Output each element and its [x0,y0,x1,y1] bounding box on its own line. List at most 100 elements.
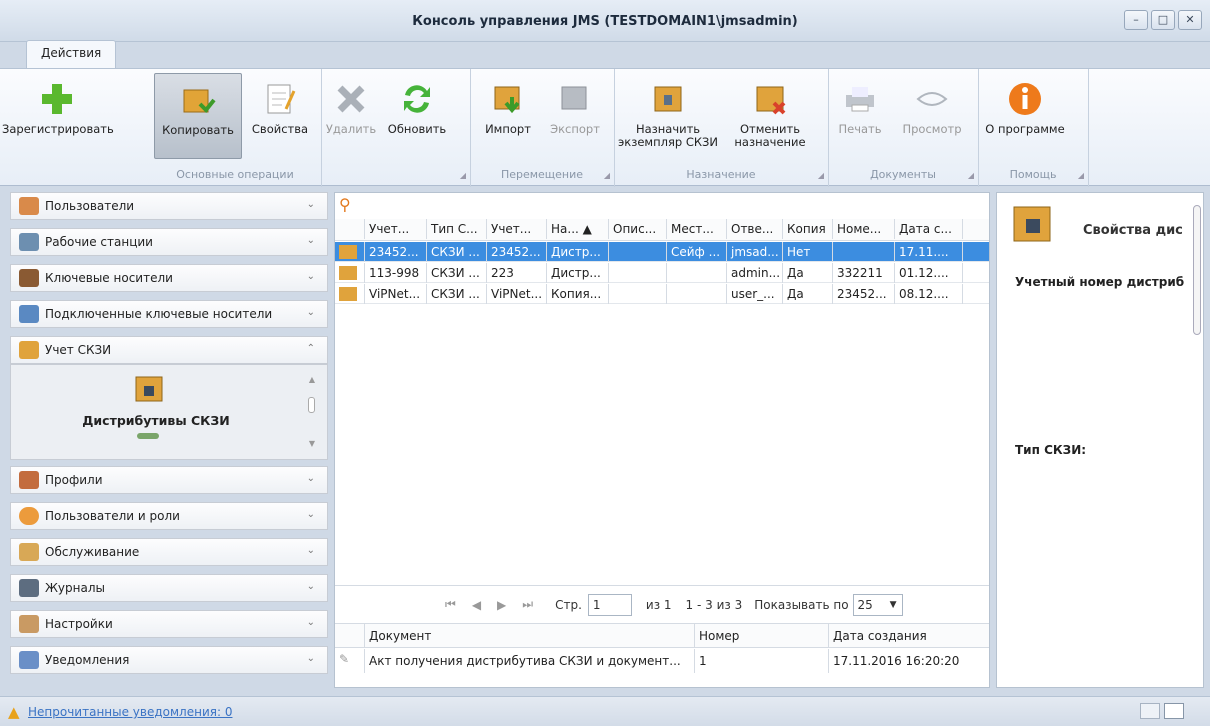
column-header[interactable]: Дата с... [895,219,963,239]
about-label: О программе [985,122,1065,136]
page-size-value: 25 [857,597,873,612]
sidebar-item-profiles[interactable]: Профили ⌄ [10,466,328,494]
column-header[interactable]: Документ [365,624,695,648]
sidebar-item-maintenance[interactable]: Обслуживание ⌄ [10,538,328,566]
copy-label: Копировать [162,123,234,137]
refresh-label: Обновить [387,122,447,136]
table-cell: Сейф ... [667,242,727,262]
export-button[interactable]: Экспорт [542,73,608,159]
dialog-launcher-icon[interactable]: ◢ [968,171,974,180]
column-header[interactable]: Опис... [609,219,667,239]
table-cell: СКЗИ ... [427,242,487,262]
import-label: Импорт [485,122,531,136]
copy-box-icon [183,89,216,113]
unassign-icon [756,86,786,115]
table-row[interactable]: 23452... СКЗИ ... 23452... Дистр... Сейф… [335,242,989,262]
column-header[interactable]: Номе... [833,219,895,239]
dialog-launcher-icon[interactable]: ◢ [1078,171,1084,180]
row-icon-header [335,219,365,239]
scroll-down-icon[interactable]: ▼ [309,439,315,448]
sidebar-item-logs[interactable]: Журналы ⌄ [10,574,328,602]
sidebar-item-settings[interactable]: Настройки ⌄ [10,610,328,638]
column-header[interactable]: Мест... [667,219,727,239]
sidebar-item-workstations[interactable]: Рабочие станции ⌄ [10,228,328,256]
column-header[interactable]: Копия [783,219,833,239]
delete-button[interactable]: Удалить [322,73,380,159]
column-header[interactable]: Учет... [487,219,547,239]
export-icon [561,86,587,110]
close-button[interactable]: ✕ [1178,10,1202,30]
column-header[interactable]: Номер [695,624,829,648]
page-input[interactable]: 1 [587,593,632,616]
distributions-label[interactable]: Дистрибутивы СКЗИ [11,413,301,428]
chevron-down-icon: ⌄ [306,199,315,210]
table-cell: ViPNet... [365,284,427,304]
sidebar-item-key-media[interactable]: Ключевые носители ⌄ [10,264,328,292]
key-media-icon [19,269,39,287]
list-view-icon[interactable] [1140,703,1160,719]
column-header[interactable]: Тип С... [427,219,487,239]
maximize-button[interactable]: □ [1151,10,1175,30]
prev-page-icon[interactable]: ◀ [472,598,481,612]
dialog-launcher-icon[interactable]: ◢ [818,171,824,180]
properties-scrollbar[interactable] [1193,205,1201,335]
print-button[interactable]: Печать [832,73,888,159]
documents-table: Документ Номер Дата создания ✎ Акт получ… [335,623,989,689]
last-page-icon[interactable]: ⏭ [522,597,533,612]
unread-notifications-link[interactable]: Непрочитанные уведомления: 0 [28,705,232,719]
tab-actions[interactable]: Действия [26,40,117,69]
info-icon [1009,83,1041,115]
record-range: 1 - 3 из 3 [685,597,743,612]
column-header[interactable]: Дата создания [829,624,989,648]
sidebar-item-notifications[interactable]: Уведомления ⌄ [10,646,328,674]
properties-title: Свойства дис [1083,223,1183,238]
table-cell: Акт получения дистрибутива СКЗИ и докуме… [365,649,695,673]
skzi-type-label: Тип СКЗИ: [1015,443,1087,457]
properties-button[interactable]: Свойства [244,73,316,159]
table-cell: ViPNet... [487,284,547,304]
first-page-icon[interactable]: ⏮ [445,597,456,612]
next-page-icon[interactable]: ▶ [497,598,506,612]
register-button[interactable]: Зарегистрировать [2,73,114,159]
unassign-button[interactable]: Отменить назначение [724,73,816,159]
distribution-icon [335,284,365,304]
import-button[interactable]: Импорт [478,73,538,159]
scroll-up-icon[interactable]: ▲ [309,375,315,384]
sidebar-item-skzi[interactable]: Учет СКЗИ ⌃ [10,336,328,364]
warning-icon: ▲ [8,703,20,721]
sidebar-item-users-roles[interactable]: Пользователи и роли ⌄ [10,502,328,530]
skzi-icon [19,341,39,359]
sidebar-item-label: Уведомления [45,653,130,667]
copy-button[interactable]: Копировать [154,73,242,159]
about-button[interactable]: О программе [982,73,1068,159]
column-header[interactable]: Отве... [727,219,783,239]
table-cell [609,242,667,262]
table-cell: user_... [727,284,783,304]
sidebar-item-connected-media[interactable]: Подключенные ключевые носители ⌄ [10,300,328,328]
assign-button[interactable]: Назначить экземпляр СКЗИ [616,73,720,159]
ribbon: Зарегистрировать Копировать Свойства Уда… [0,68,1210,187]
table-cell: 223 [487,263,547,283]
group-label-main: Основные операции ◢ [0,168,470,181]
column-header[interactable]: На... ▲ [547,219,609,239]
table-row[interactable]: 113-998 СКЗИ ... 223 Дистр... admin... Д… [335,263,989,283]
dialog-launcher-icon[interactable]: ◢ [604,171,610,180]
table-row[interactable]: ViPNet... СКЗИ ... ViPNet... Копия... us… [335,284,989,304]
preview-button[interactable]: Просмотр [894,73,970,159]
split-view-icon[interactable] [1164,703,1184,719]
page-label: Стр. [555,597,582,612]
table-cell: СКЗИ ... [427,284,487,304]
search-icon[interactable]: ⚲ [339,195,351,214]
table-cell: jmsad... [727,242,783,262]
refresh-button[interactable]: Обновить [384,73,450,159]
column-header[interactable]: Учет... [365,219,427,239]
page-size-select[interactable]: 25 ▼ [852,593,903,616]
dialog-launcher-icon[interactable]: ◢ [460,171,466,180]
table-row[interactable]: ✎ Акт получения дистрибутива СКЗИ и доку… [335,649,989,673]
refresh-icon [404,85,430,113]
chevron-down-icon: ⌄ [306,581,315,592]
minimize-button[interactable]: – [1124,10,1148,30]
subpanel-scrollbar[interactable] [308,397,315,413]
table-cell: 1 [695,649,829,673]
sidebar-item-users[interactable]: Пользователи ⌄ [10,192,328,220]
